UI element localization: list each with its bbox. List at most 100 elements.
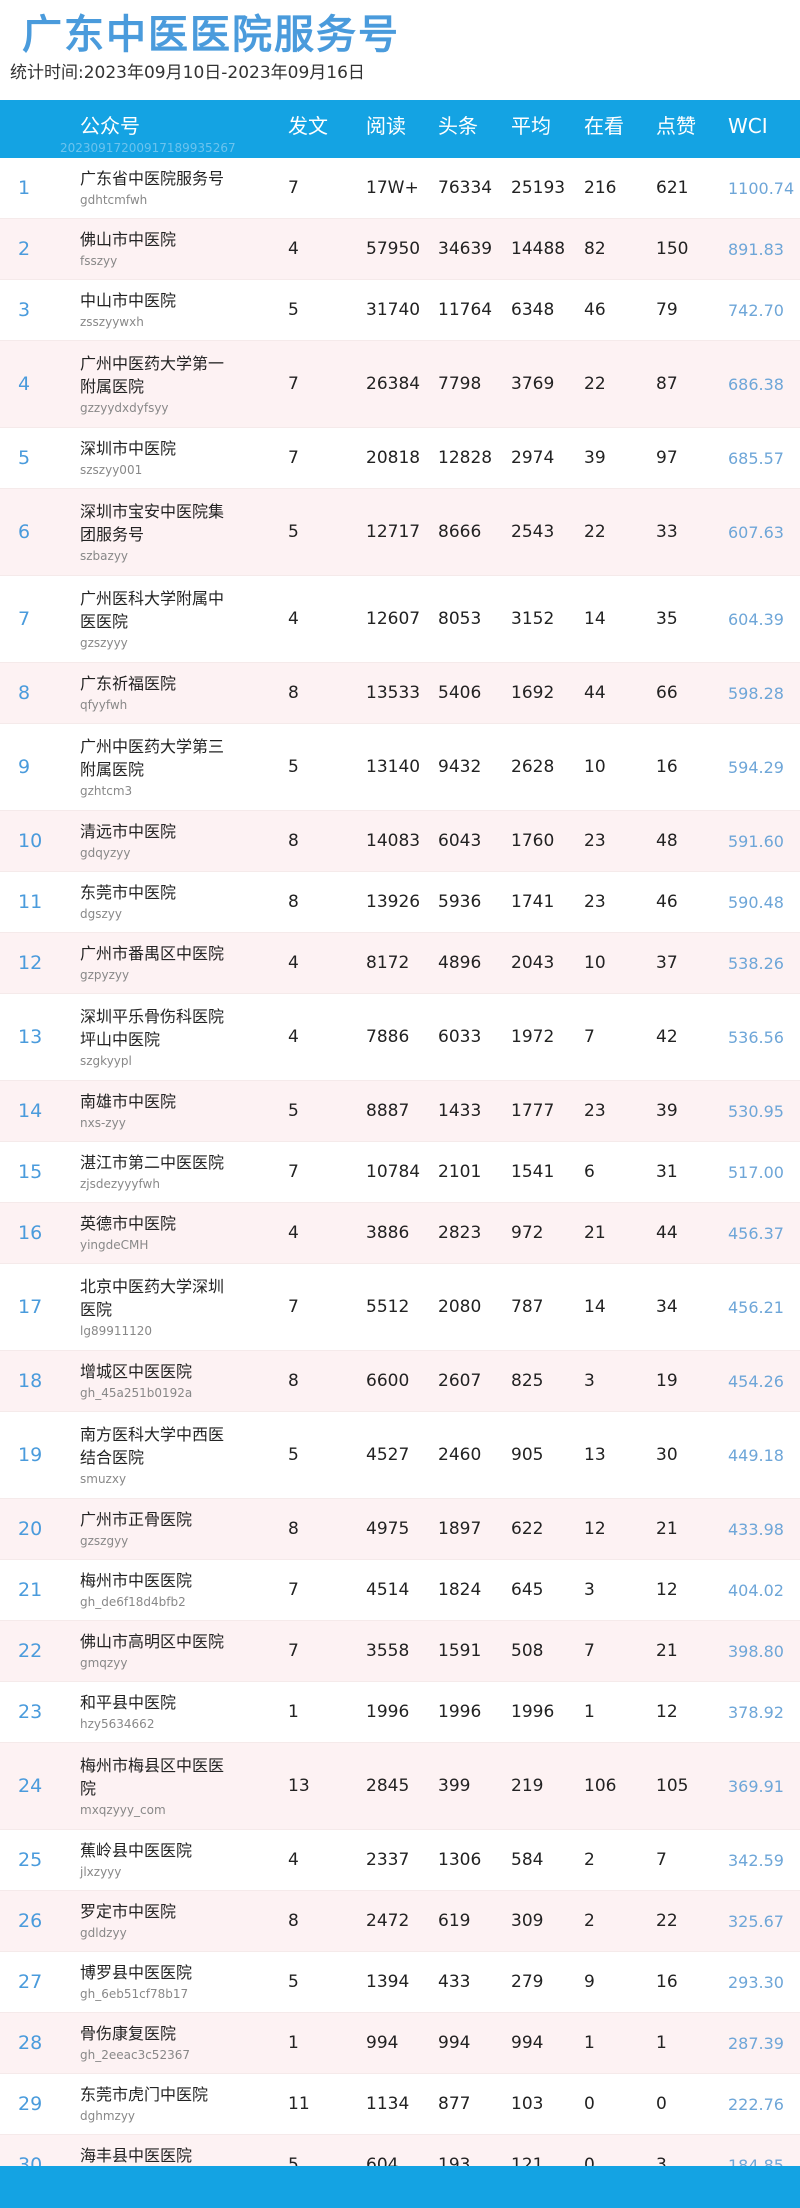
- wci-cell: 449.18: [728, 1445, 784, 1465]
- account-name: 广州医科大学附属中医医院: [80, 588, 225, 631]
- top-cell: 8666: [438, 522, 482, 542]
- look-cell: 23: [584, 1101, 606, 1121]
- fawen-cell: 13: [288, 1776, 310, 1796]
- fawen-cell: 11: [288, 2094, 310, 2114]
- fawen-cell: 1: [288, 1702, 299, 1722]
- wci-cell: 404.02: [728, 1580, 784, 1600]
- fawen-cell: 8: [288, 892, 299, 912]
- table-row: 6 深圳市宝安中医院集团服务号 szbazyy 5 12717 8666 2543 22 33 6…: [0, 489, 800, 576]
- look-cell: 106: [584, 1776, 617, 1796]
- like-cell: 66: [656, 683, 678, 703]
- top-cell: 4896: [438, 953, 482, 973]
- rank-cell: 21: [18, 1579, 43, 1601]
- account-cell: 罗定市中医院 gdldzyy: [80, 1891, 235, 1951]
- like-cell: 42: [656, 1027, 678, 1047]
- like-cell: 621: [656, 178, 689, 198]
- rank-cell: 18: [18, 1370, 43, 1392]
- wci-cell: 538.26: [728, 953, 784, 973]
- like-cell: 33: [656, 522, 678, 542]
- table-row: 25 蕉岭县中医医院 jlxzyyy 4 2337 1306 584 2 7 342.59: [0, 1830, 800, 1891]
- avg-cell: 1741: [511, 892, 555, 912]
- avg-cell: 994: [511, 2033, 544, 2053]
- account-cell: 骨伤康复医院 gh_2eeac3c52367: [80, 2013, 235, 2073]
- wci-cell: 1100.74: [728, 178, 795, 198]
- account-name: 英德市中医院: [80, 1214, 177, 1233]
- table-row: 7 广州医科大学附属中医医院 gzszyyy 4 12607 8053 3152 14 35 60…: [0, 576, 800, 663]
- account-handle: gzhtcm3: [80, 783, 133, 798]
- read-cell: 994: [366, 2033, 399, 2053]
- account-handle: qfyyfwh: [80, 698, 128, 712]
- wci-cell: 222.76: [728, 2094, 784, 2114]
- account-cell: 中山市中医院 zsszyywxh: [80, 280, 235, 340]
- page-title: 广东中医医院服务号: [22, 12, 400, 58]
- avg-cell: 972: [511, 1223, 544, 1243]
- table-body: 1 广东省中医院服务号 gdhtcmfwh 7 17W+ 76334 25193 216 621…: [0, 158, 800, 2196]
- rank-cell: 28: [18, 2032, 43, 2054]
- look-cell: 13: [584, 1445, 606, 1465]
- account-cell: 东莞市中医院 dgszyy: [80, 872, 235, 932]
- account-name: 梅州市梅县区中医医院: [80, 1755, 225, 1798]
- account-handle: gdhtcmfwh: [80, 193, 148, 207]
- read-cell: 4975: [366, 1519, 410, 1539]
- like-cell: 46: [656, 892, 678, 912]
- top-cell: 5406: [438, 683, 482, 703]
- like-cell: 12: [656, 1580, 678, 1600]
- account-name: 佛山市高明区中医院: [80, 1632, 225, 1651]
- rank-cell: 11: [18, 891, 43, 913]
- wci-cell: 530.95: [728, 1101, 784, 1121]
- header-avg: 平均: [511, 114, 551, 138]
- look-cell: 3: [584, 1371, 595, 1391]
- read-cell: 2845: [366, 1776, 410, 1796]
- account-handle: gdldzyy: [80, 1926, 127, 1940]
- top-cell: 1996: [438, 1702, 482, 1722]
- account-name: 深圳平乐骨伤科医院坪山中医院: [80, 1006, 225, 1049]
- look-cell: 3: [584, 1580, 595, 1600]
- look-cell: 7: [584, 1027, 595, 1047]
- rank-cell: 25: [18, 1849, 43, 1871]
- read-cell: 31740: [366, 300, 421, 320]
- account-handle: lg89911120: [80, 1323, 153, 1338]
- table-row: 2 佛山市中医院 fsszyy 4 57950 34639 14488 82 150 891.83: [0, 219, 800, 280]
- read-cell: 5512: [366, 1297, 410, 1317]
- read-cell: 2472: [366, 1911, 410, 1931]
- read-cell: 1134: [366, 2094, 410, 2114]
- look-cell: 2: [584, 1850, 595, 1870]
- read-cell: 4527: [366, 1445, 410, 1465]
- fawen-cell: 8: [288, 1371, 299, 1391]
- account-name: 南雄市中医院: [80, 1092, 177, 1111]
- rank-cell: 23: [18, 1701, 43, 1723]
- table-row: 9 广州中医药大学第三附属医院 gzhtcm3 5 13140 9432 2628 10 16 5…: [0, 724, 800, 811]
- read-cell: 17W+: [366, 178, 419, 198]
- top-cell: 9432: [438, 757, 482, 777]
- fawen-cell: 4: [288, 1850, 299, 1870]
- look-cell: 23: [584, 831, 606, 851]
- top-cell: 7798: [438, 374, 482, 394]
- read-cell: 14083: [366, 831, 421, 851]
- account-name: 广州市番禺区中医院: [80, 944, 225, 963]
- like-cell: 39: [656, 1101, 678, 1121]
- wci-cell: 594.29: [728, 757, 784, 777]
- top-cell: 1433: [438, 1101, 482, 1121]
- avg-cell: 1996: [511, 1702, 555, 1722]
- rank-cell: 14: [18, 1100, 43, 1122]
- look-cell: 21: [584, 1223, 606, 1243]
- wci-cell: 293.30: [728, 1972, 784, 1992]
- account-name: 广州中医药大学第一附属医院: [80, 353, 225, 396]
- read-cell: 3558: [366, 1641, 410, 1661]
- account-name: 北京中医药大学深圳医院: [80, 1276, 225, 1319]
- header-read: 阅读: [366, 114, 406, 138]
- account-handle: dghmzyy: [80, 2109, 136, 2123]
- account-handle: smuzxy: [80, 1471, 127, 1486]
- like-cell: 19: [656, 1371, 678, 1391]
- account-cell: 广州医科大学附属中医医院 gzszyyy: [80, 576, 235, 662]
- table-row: 18 增城区中医医院 gh_45a251b0192a 8 6600 2607 825 3 19 4…: [0, 1351, 800, 1412]
- account-cell: 南方医科大学中西医结合医院 smuzxy: [80, 1412, 235, 1498]
- fawen-cell: 8: [288, 1911, 299, 1931]
- account-name: 和平县中医院: [80, 1693, 177, 1712]
- account-handle: gzszyyy: [80, 635, 128, 650]
- header-top: 头条: [438, 114, 478, 138]
- avg-cell: 622: [511, 1519, 544, 1539]
- header-like: 点赞: [656, 114, 696, 138]
- wci-cell: 591.60: [728, 831, 784, 851]
- table-row: 14 南雄市中医院 nxs-zyy 5 8887 1433 1777 23 39 530.95: [0, 1081, 800, 1142]
